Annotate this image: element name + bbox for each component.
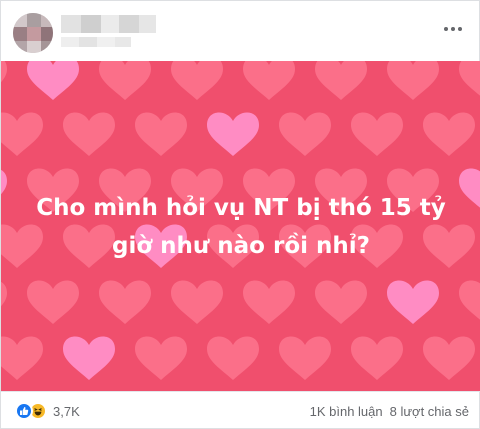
reactions-summary[interactable]: 3,7K	[15, 402, 80, 420]
heart-shape	[1, 336, 43, 380]
heart-shape	[99, 61, 151, 100]
post-card: Cho mình hỏi vụ NT bị thó 15 tỷ giờ như …	[0, 0, 480, 429]
post-stats: 1K bình luận 8 lượt chia sẻ	[310, 404, 469, 419]
heart-shape	[243, 280, 295, 324]
post-header	[1, 1, 480, 61]
comments-count-link[interactable]: 1K bình luận	[310, 404, 383, 419]
heart-shape	[99, 280, 151, 324]
heart-shape	[1, 168, 7, 212]
like-icon	[15, 402, 33, 420]
heart-shape	[27, 61, 79, 100]
heart-shape	[207, 336, 259, 380]
heart-shape	[387, 61, 439, 100]
heart-shape	[1, 61, 7, 100]
shares-count-link[interactable]: 8 lượt chia sẻ	[390, 404, 469, 419]
heart-shape	[63, 336, 115, 380]
heart-shape	[1, 280, 7, 324]
heart-shape	[315, 61, 367, 100]
heart-shape	[63, 112, 115, 156]
heart-shape	[1, 112, 43, 156]
heart-shape	[171, 280, 223, 324]
heart-shape	[459, 168, 480, 212]
heart-shape	[135, 336, 187, 380]
heart-shape	[279, 336, 331, 380]
heart-shape	[279, 112, 331, 156]
heart-shape	[459, 61, 480, 100]
heart-shape	[423, 112, 475, 156]
heart-shape	[243, 61, 295, 100]
heart-shape	[207, 112, 259, 156]
reaction-count: 3,7K	[53, 403, 80, 419]
heart-shape	[315, 280, 367, 324]
more-options-button[interactable]	[439, 17, 467, 41]
heart-shape	[351, 336, 403, 380]
heart-shape	[459, 280, 480, 324]
more-horizontal-icon	[444, 27, 448, 31]
post-footer: 3,7K 1K bình luận 8 lượt chia sẻ	[1, 391, 480, 429]
heart-shape	[351, 112, 403, 156]
post-background: Cho mình hỏi vụ NT bị thó 15 tỷ giờ như …	[1, 61, 480, 391]
heart-shape	[423, 336, 475, 380]
post-meta-redacted	[61, 37, 131, 47]
heart-shape	[171, 61, 223, 100]
heart-shape	[27, 280, 79, 324]
heart-shape	[135, 112, 187, 156]
avatar[interactable]	[13, 13, 53, 53]
author-name-redacted[interactable]	[61, 15, 156, 33]
post-text: Cho mình hỏi vụ NT bị thó 15 tỷ giờ như …	[36, 195, 446, 259]
heart-shape	[387, 280, 439, 324]
